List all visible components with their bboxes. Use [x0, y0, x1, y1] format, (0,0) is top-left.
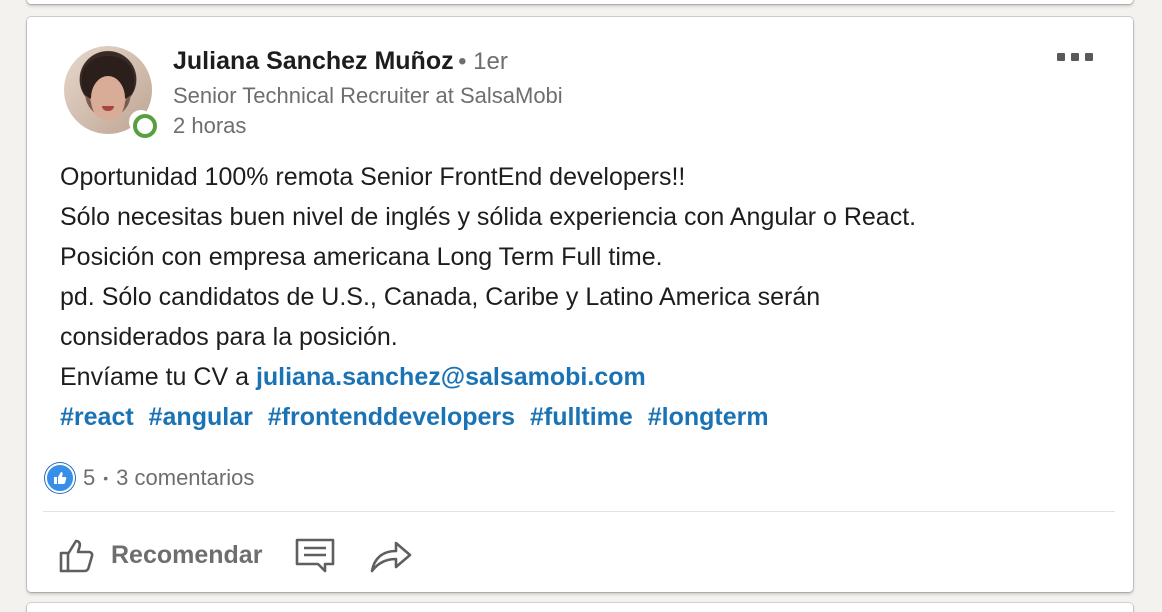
ellipsis-icon: [1057, 53, 1065, 61]
email-prefix: Envíame tu CV a: [60, 363, 256, 391]
thumbs-up-glyph: [54, 472, 67, 484]
author-headline: Senior Technical Recruiter at SalsaMobi: [173, 83, 563, 108]
hashtag-list: #react #angular #frontenddevelopers #ful…: [60, 397, 1100, 437]
comment-icon: [296, 538, 335, 573]
connection-degree: • 1er: [458, 48, 508, 75]
hashtag-link[interactable]: #fulltime: [530, 403, 633, 431]
social-counts: 5 • 3 comentarios: [45, 461, 254, 495]
reaction-count[interactable]: 5: [83, 465, 95, 491]
like-reaction-icon[interactable]: [45, 463, 75, 493]
share-button[interactable]: [368, 535, 416, 575]
thumbs-up-icon: [59, 539, 94, 573]
hashtag-link[interactable]: #frontenddevelopers: [268, 403, 515, 431]
share-icon: [371, 541, 412, 573]
email-link[interactable]: juliana.sanchez@salsamobi.com: [256, 363, 646, 391]
online-status-icon: [129, 110, 157, 138]
post-body-line: pd. Sólo candidatos de U.S., Canada, Car…: [60, 283, 821, 311]
post-body-line: Sólo necesitas buen nivel de inglés y só…: [60, 203, 917, 231]
social-separator: •: [103, 470, 109, 486]
feed-post-card: Juliana Sanchez Muñoz • 1er Senior Techn…: [27, 17, 1133, 592]
post-actions-bar: Recomendar: [57, 525, 448, 585]
recommend-button[interactable]: Recomendar: [57, 535, 262, 575]
recommend-label: Recomendar: [111, 540, 263, 569]
ellipsis-icon: [1085, 53, 1093, 61]
post-timestamp: 2 horas: [173, 113, 247, 138]
hashtag-link[interactable]: #longterm: [648, 403, 769, 431]
post-body-email-line: Envíame tu CV a juliana.sanchez@salsamob…: [60, 357, 1100, 397]
post-menu-button[interactable]: [1053, 47, 1097, 67]
actions-divider: [43, 511, 1115, 512]
next-feed-card: [27, 603, 1133, 612]
ellipsis-icon: [1071, 53, 1079, 61]
post-body-line: considerados para la posición.: [60, 323, 398, 351]
comment-button[interactable]: [294, 535, 336, 575]
comments-count-link[interactable]: 3 comentarios: [116, 465, 254, 491]
post-body: Oportunidad 100% remota Senior FrontEnd …: [60, 157, 1100, 437]
post-body-line: Oportunidad 100% remota Senior FrontEnd …: [60, 163, 686, 191]
hashtag-link[interactable]: #angular: [149, 403, 253, 431]
hashtag-link[interactable]: #react: [60, 403, 134, 431]
post-body-line: Posición con empresa americana Long Term…: [60, 243, 663, 271]
previous-feed-card: [27, 0, 1133, 4]
avatar-face: [91, 76, 125, 120]
author-name[interactable]: Juliana Sanchez Muñoz: [173, 47, 454, 75]
author-name-line: Juliana Sanchez Muñoz • 1er: [173, 47, 508, 76]
